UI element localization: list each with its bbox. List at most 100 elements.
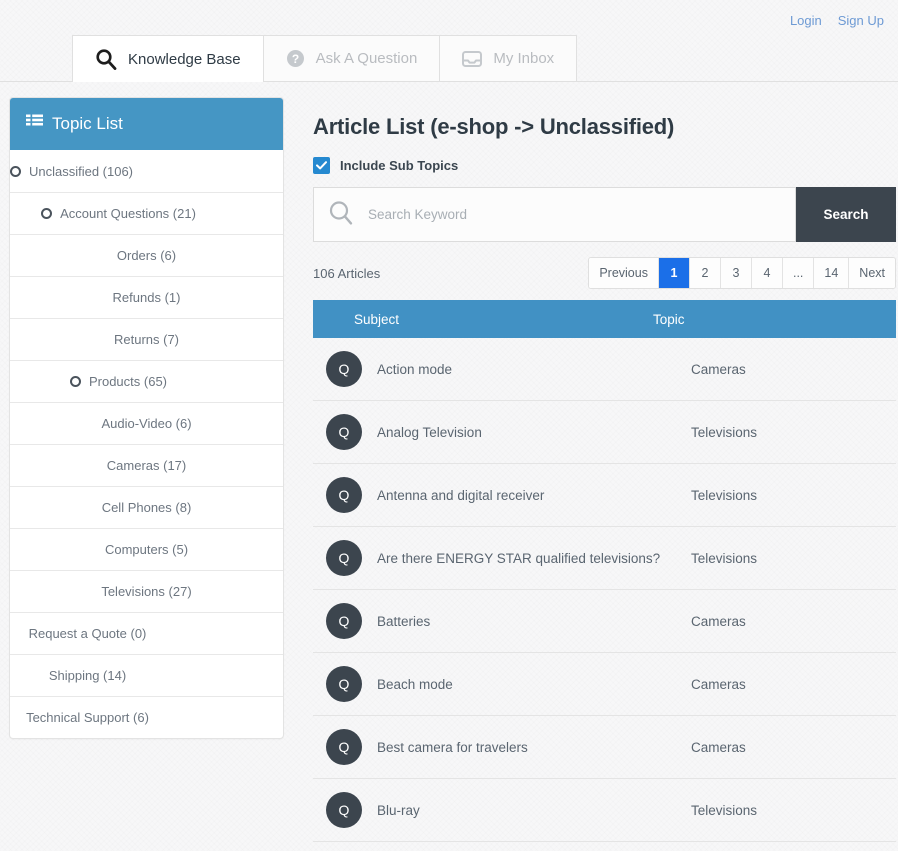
topic-list-item-label: Account Questions (21) <box>60 206 196 221</box>
topic-list-item[interactable]: Cell Phones (8) <box>10 486 283 528</box>
pagination-button[interactable]: 2 <box>688 258 720 288</box>
page-title: Article List (e-shop -> Unclassified) <box>313 114 675 139</box>
list-icon <box>26 114 43 134</box>
include-sub-topics-label[interactable]: Include Sub Topics <box>340 158 458 173</box>
question-badge-icon: Q <box>326 414 362 450</box>
table-row[interactable]: Q Blu-ray Televisions <box>313 779 896 842</box>
articles-table-body: Q Action mode Cameras Q Analog Television Tel… <box>313 338 896 842</box>
column-header-topic: Topic <box>653 311 685 327</box>
article-subject[interactable]: Analog Television <box>377 425 691 440</box>
topic-list-item[interactable]: Shipping (14) <box>10 654 283 696</box>
table-row[interactable]: Q Antenna and digital receiver Televisions <box>313 464 896 527</box>
pagination-button[interactable]: 4 <box>750 258 782 288</box>
topic-list-item[interactable]: Unclassified (106) <box>10 150 283 192</box>
topic-list-item[interactable]: Orders (6) <box>10 234 283 276</box>
tab-ask-a-question[interactable]: ? Ask A Question <box>263 35 441 81</box>
topic-list-item[interactable]: Cameras (17) <box>10 444 283 486</box>
topic-list-item-label: Orders (6) <box>116 248 177 263</box>
table-row[interactable]: Q Best camera for travelers Cameras <box>313 716 896 779</box>
pagination-button[interactable]: 1 <box>657 258 689 288</box>
expand-circle-icon[interactable] <box>41 208 53 219</box>
question-badge-icon: Q <box>326 729 362 765</box>
main-content: Article List (e-shop -> Unclassified) In… <box>313 97 896 842</box>
search-input[interactable] <box>366 188 781 241</box>
article-topic: Televisions <box>691 487 758 503</box>
topic-list-header: Topic List <box>10 98 283 150</box>
topic-list-item-label: Audio-Video (6) <box>101 416 192 431</box>
topic-list-title: Topic List <box>52 114 123 133</box>
search-row: Search <box>313 187 896 242</box>
article-topic: Televisions <box>691 424 758 440</box>
question-circle-icon: ? <box>286 49 305 68</box>
topic-list-item[interactable]: Audio-Video (6) <box>10 402 283 444</box>
article-subject[interactable]: Antenna and digital receiver <box>377 488 691 503</box>
article-subject[interactable]: Batteries <box>377 614 691 629</box>
article-subject[interactable]: Are there ENERGY STAR qualified televisi… <box>377 551 691 566</box>
article-count: 106 Articles <box>313 265 381 281</box>
table-row[interactable]: Q Action mode Cameras <box>313 338 896 401</box>
topic-list-item-label: Request a Quote (0) <box>28 626 147 641</box>
pagination-button[interactable]: 14 <box>813 258 849 288</box>
pagination-button[interactable]: 3 <box>719 258 751 288</box>
topic-list-item[interactable]: Televisions (27) <box>10 570 283 612</box>
topic-list-item[interactable]: Refunds (1) <box>10 276 283 318</box>
topic-list-item-label: Shipping (14) <box>48 668 127 683</box>
topic-list-item-label: Refunds (1) <box>112 290 181 305</box>
question-badge-icon: Q <box>326 792 362 828</box>
tab-label: Knowledge Base <box>128 50 241 68</box>
article-subject[interactable]: Best camera for travelers <box>377 740 691 755</box>
question-badge-icon: Q <box>326 666 362 702</box>
inbox-icon <box>462 50 483 68</box>
tab-label: Ask A Question <box>315 50 418 67</box>
question-badge-icon: Q <box>326 540 362 576</box>
login-link[interactable]: Login <box>790 13 822 28</box>
topic-list-item[interactable]: Account Questions (21) <box>10 192 283 234</box>
pagination-button[interactable]: ... <box>781 258 814 288</box>
article-topic: Cameras <box>691 613 746 629</box>
tab-knowledge-base[interactable]: Knowledge Base <box>72 35 264 82</box>
topic-list-item[interactable]: Returns (7) <box>10 318 283 360</box>
signup-link[interactable]: Sign Up <box>838 13 884 28</box>
topic-list-item-label: Cameras (17) <box>106 458 187 473</box>
question-badge-icon: Q <box>326 477 362 513</box>
svg-text:?: ? <box>291 52 298 66</box>
table-row[interactable]: Q Batteries Cameras <box>313 590 896 653</box>
topic-list-items: Unclassified (106) Account Questions (21)… <box>10 150 283 738</box>
article-subject[interactable]: Beach mode <box>377 677 691 692</box>
search-box <box>313 187 796 242</box>
table-row[interactable]: Q Are there ENERGY STAR qualified televis… <box>313 527 896 590</box>
topic-list-item-label: Cell Phones (8) <box>101 500 192 515</box>
auth-bar: Login Sign Up <box>790 13 884 28</box>
expand-circle-icon[interactable] <box>69 376 81 387</box>
tab-my-inbox[interactable]: My Inbox <box>440 35 578 81</box>
article-topic: Cameras <box>691 739 746 755</box>
pagination-button[interactable]: Next <box>848 258 895 288</box>
check-icon <box>316 161 327 170</box>
pagination-button[interactable]: Previous <box>589 258 658 288</box>
include-sub-topics-row: Include Sub Topics <box>313 157 896 174</box>
table-row[interactable]: Q Analog Television Televisions <box>313 401 896 464</box>
article-subject[interactable]: Blu-ray <box>377 803 691 818</box>
question-badge-icon: Q <box>326 603 362 639</box>
articles-table-header: Subject Topic <box>313 300 896 338</box>
article-topic: Televisions <box>691 802 758 818</box>
search-icon <box>328 200 354 229</box>
expand-circle-icon[interactable] <box>10 165 21 177</box>
topic-list-item-label: Products (65) <box>88 374 168 389</box>
topic-list-item[interactable]: Products (65) <box>10 360 283 402</box>
tab-label: My Inbox <box>493 50 555 67</box>
topic-list-item[interactable]: Computers (5) <box>10 528 283 570</box>
topic-list-item-label: Technical Support (6) <box>26 710 149 725</box>
topic-list-item[interactable]: Request a Quote (0) <box>10 612 283 654</box>
topic-list-item[interactable]: Technical Support (6) <box>10 696 283 738</box>
article-topic: Televisions <box>691 550 758 566</box>
topic-list-sidebar: Topic List Unclassified (106) Account Que… <box>9 97 284 739</box>
include-sub-topics-checkbox[interactable] <box>313 157 330 174</box>
article-subject[interactable]: Action mode <box>377 362 691 377</box>
question-badge-icon: Q <box>326 351 362 387</box>
search-button[interactable]: Search <box>796 187 896 242</box>
list-meta-row: 106 Articles Previous 1 2 3 4... 14 Next <box>313 256 896 290</box>
topic-list-item-label: Computers (5) <box>104 542 189 557</box>
table-row[interactable]: Q Beach mode Cameras <box>313 653 896 716</box>
pagination: Previous 1 2 3 4... 14 Next <box>588 257 896 289</box>
